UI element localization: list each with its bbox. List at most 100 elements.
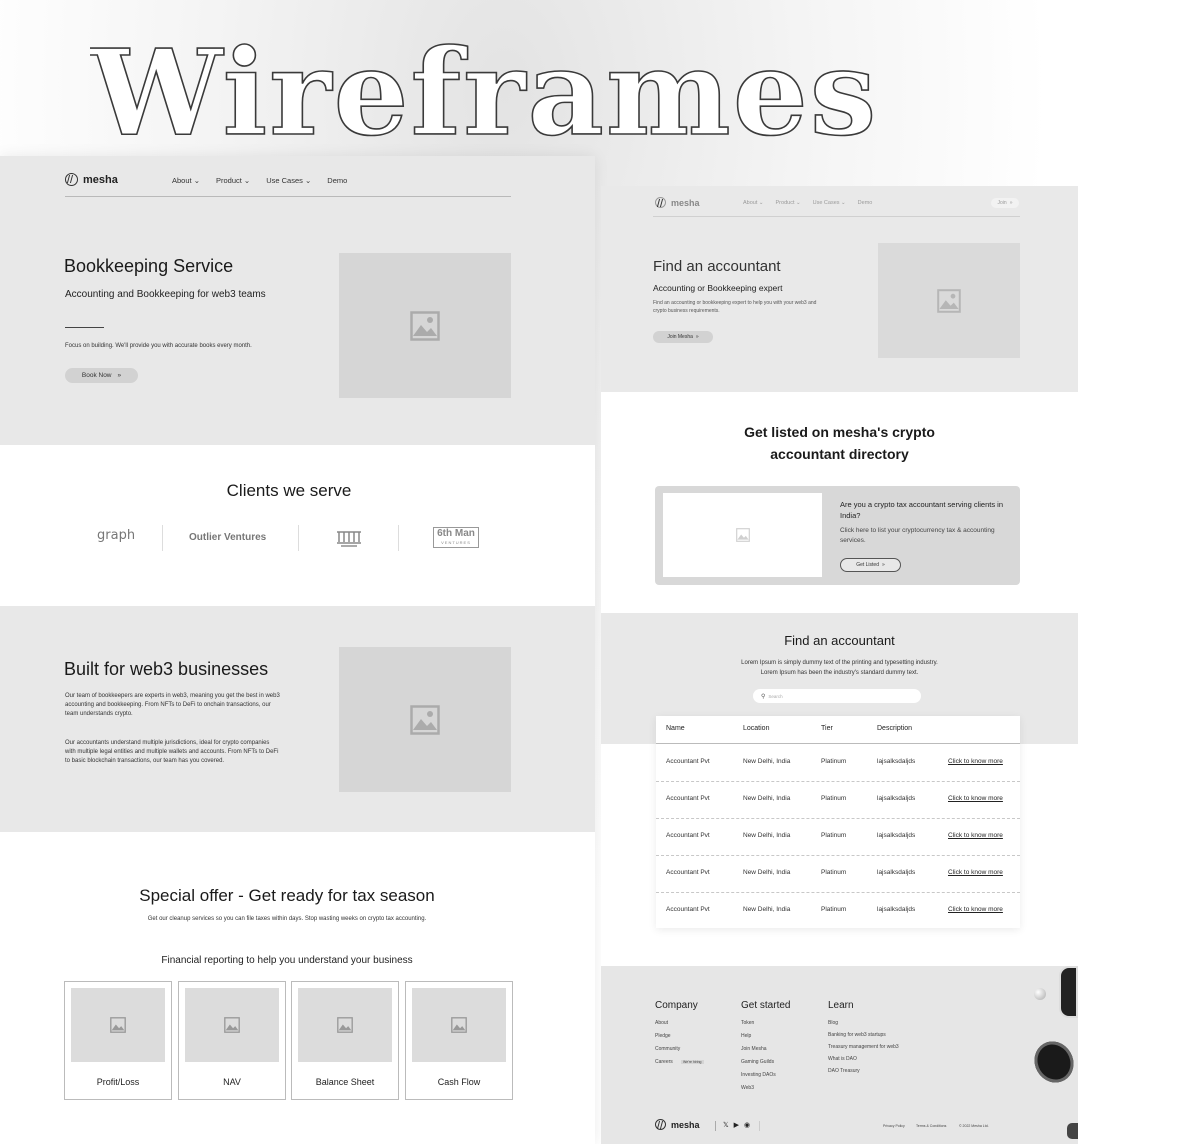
table-row[interactable]: Accountant Pvt New Delhi, India Platinum… [656,892,1020,929]
footer-get-started-title: Get started [741,1000,791,1011]
footer-link[interactable]: Treasury management for web3 [828,1044,899,1050]
image-icon [735,528,750,542]
footer-link[interactable]: Investing DAOs [741,1072,776,1078]
card-label: Profit/Loss [96,1077,140,1087]
chevron-right-icon: » [117,372,122,379]
nav-demo[interactable]: Demo [858,200,873,206]
footer-link[interactable]: Token [741,1020,754,1026]
book-now-button[interactable]: Book Now» [65,368,138,383]
terms-link[interactable]: Terms & Conditions [916,1124,946,1128]
footer-divider [715,1121,716,1131]
hero-subtitle: Accounting or Bookkeeping expert [653,283,783,293]
footer-link[interactable]: What is DAO [828,1056,857,1062]
know-more-link[interactable]: Click to know more [948,832,1003,839]
client-divider [162,525,163,551]
decorative-coin-large [1027,1034,1081,1090]
know-more-link[interactable]: Click to know more [948,795,1003,802]
know-more-link[interactable]: Click to know more [948,906,1003,913]
mesha-logo[interactable]: mesha [655,197,700,208]
footer-link[interactable]: Community [655,1046,680,1052]
know-more-link[interactable]: Click to know more [948,869,1003,876]
report-card-balance-sheet[interactable]: Balance Sheet [291,981,399,1100]
main-nav: About ⌄ Product ⌄ Use Cases ⌄ Demo [172,176,347,185]
footer-link[interactable]: About [655,1020,668,1026]
nav-product[interactable]: Product ⌄ [216,176,250,185]
table-row[interactable]: Accountant Pvt New Delhi, India Platinum… [656,781,1020,819]
table-row[interactable]: Accountant Pvt New Delhi, India Platinum… [656,855,1020,893]
hero-title: Bookkeeping Service [64,256,234,276]
built-paragraph-1: Our team of bookkeepers are experts in w… [65,693,280,717]
join-mesha-button[interactable]: Join Mesha» [653,331,713,343]
get-listed-button[interactable]: Get Listed» [840,558,901,572]
card-label: Cash Flow [437,1077,481,1087]
search-input[interactable]: ⚲ Search [753,689,921,703]
image-icon [410,310,440,341]
hero-image-placeholder [339,253,511,398]
know-more-link[interactable]: Click to know more [948,758,1003,765]
nav-divider [65,196,511,197]
hero-subtitle: Accounting and Bookkeeping for web3 team… [65,289,266,300]
card-label: Balance Sheet [315,1077,375,1087]
footer-link[interactable]: Web3 [741,1085,754,1091]
directory-title: Find an accountant [784,633,895,648]
nav-about[interactable]: About ⌄ [172,176,200,185]
client-logo-outlier-ventures: Outlier Ventures [189,532,267,543]
table-row[interactable]: Accountant Pvt New Delhi, India Platinum… [656,744,1020,782]
youtube-icon[interactable]: ▶ [734,1121,739,1129]
mesha-logo[interactable]: mesha [65,173,118,186]
reporting-title: Financial reporting to help you understa… [161,955,413,966]
decorative-coin-small [1034,988,1046,1000]
discord-icon[interactable]: ◉ [744,1121,750,1129]
client-logo-graph: graph [97,528,136,543]
footer-link[interactable]: Careers [655,1059,673,1065]
nav-about[interactable]: About ⌄ [743,200,764,206]
nav-use-cases[interactable]: Use Cases ⌄ [266,176,311,185]
footer-mesha-logo[interactable]: mesha [655,1119,700,1130]
built-section: Built for web3 businesses Our team of bo… [0,606,595,832]
hero-body: Focus on building. We'll provide you wit… [65,343,252,349]
hero-body: Find an accounting or bookkeeping expert… [653,300,817,314]
footer-link[interactable]: Gaming Guilds [741,1059,774,1065]
footer-link[interactable]: Pledge [655,1033,671,1039]
listed-image-placeholder [663,493,822,577]
footer-link[interactable]: Help [741,1033,751,1039]
chevron-right-icon: » [1009,200,1013,206]
social-links: 𝕏 ▶ ◉ [723,1121,750,1129]
offer-subtitle: Get our cleanup services so you can file… [147,916,427,922]
footer-company-title: Company [655,1000,698,1011]
left-wireframe-page: mesha About ⌄ Product ⌄ Use Cases ⌄ Demo… [0,156,595,1144]
logo-text: mesha [83,173,118,186]
footer-link[interactable]: Blog [828,1020,838,1026]
report-card-profit-loss[interactable]: Profit/Loss [64,981,172,1100]
nav-product[interactable]: Product ⌄ [776,200,801,206]
nav-demo[interactable]: Demo [327,176,347,185]
image-icon [224,1017,240,1033]
footer-link[interactable]: Join Mesha [741,1046,767,1052]
listed-card-title: Are you a crypto tax accountant serving … [840,500,1004,520]
built-paragraph-2: Our accountants understand multiple juri… [65,740,279,764]
hero-rule [65,327,104,328]
footer-link[interactable]: DAO Treasury [828,1068,860,1074]
nav-use-cases[interactable]: Use Cases ⌄ [813,200,846,206]
image-icon [410,704,440,735]
twitter-icon[interactable]: 𝕏 [723,1121,729,1129]
copyright-text: © 2022 Mesha Ltd. [959,1124,989,1128]
client-logo-temple [335,528,363,553]
image-icon [937,288,961,313]
logo-text: mesha [671,197,700,208]
nav-divider [653,216,1020,217]
footer-link[interactable]: Banking for web3 startups [828,1032,886,1038]
join-button[interactable]: Join» [991,198,1019,208]
report-card-cash-flow[interactable]: Cash Flow [405,981,513,1100]
image-icon [110,1017,126,1033]
privacy-policy-link[interactable]: Privacy Policy [883,1124,905,1128]
svg-text:Wireframes: Wireframes [90,23,878,154]
decorative-coin-edge [1059,966,1078,1018]
temple-logo-icon [337,531,361,547]
get-listed-title: Get listed on mesha's crypto accountant … [744,424,935,462]
report-card-nav[interactable]: NAV [178,981,286,1100]
table-row[interactable]: Accountant Pvt New Delhi, India Platinum… [656,818,1020,856]
listed-card-body: Click here to list your cryptocurrency t… [840,527,995,544]
chat-widget-icon[interactable] [1067,1123,1078,1139]
main-nav: About ⌄ Product ⌄ Use Cases ⌄ Demo [743,200,872,206]
